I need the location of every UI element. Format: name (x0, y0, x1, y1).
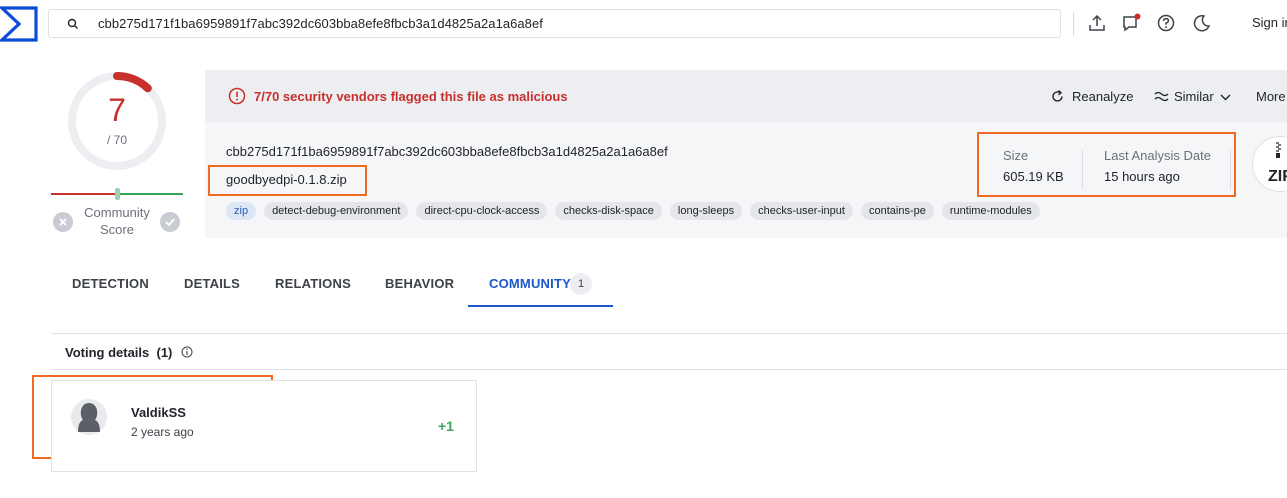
file-tag[interactable]: zip (226, 202, 257, 220)
section-divider (51, 369, 1287, 370)
community-score-label: Community Score (84, 205, 150, 237)
vote-card (51, 380, 477, 472)
sign-in-link[interactable]: Sign in (1252, 15, 1287, 30)
reanalyze-button[interactable]: Reanalyze (1072, 89, 1133, 104)
file-tag[interactable]: checks-disk-space (555, 202, 662, 220)
file-tag[interactable]: checks-user-input (750, 202, 853, 220)
toolbar-divider (1073, 12, 1074, 36)
dark-mode-icon[interactable] (1192, 13, 1212, 33)
tab-relations[interactable]: RELATIONS (275, 276, 351, 291)
similar-icon (1154, 91, 1169, 102)
virustotal-logo-icon[interactable] (0, 5, 38, 43)
tab-community[interactable]: COMMUNITY (489, 276, 571, 291)
file-tag[interactable]: long-sleeps (669, 202, 743, 220)
active-tab-indicator (468, 305, 613, 307)
alert-circle-icon (228, 87, 246, 105)
chevron-down-icon (1220, 94, 1231, 101)
check-icon (165, 218, 175, 227)
section-divider (51, 333, 1287, 334)
search-value: cbb275d171f1ba6959891f7abc392dc603bba8ef… (98, 16, 543, 31)
alert-text: 7/70 security vendors flagged this file … (254, 89, 568, 104)
community-count-badge: 1 (570, 273, 592, 295)
top-bar: cbb275d171f1ba6959891f7abc392dc603bba8ef… (0, 0, 1287, 47)
file-tag[interactable]: direct-cpu-clock-access (416, 202, 548, 220)
chat-icon[interactable] (1121, 13, 1141, 33)
detection-count: 7 (108, 92, 126, 128)
tab-detection[interactable]: DETECTION (72, 276, 149, 291)
file-tag[interactable]: contains-pe (860, 202, 934, 220)
search-icon (67, 18, 78, 29)
voting-details-title: Voting details (1) (65, 345, 173, 360)
filename-highlight (208, 165, 367, 196)
vote-time: 2 years ago (131, 425, 194, 439)
file-type-label: ZIP (1268, 168, 1287, 185)
file-tags: zip detect-debug-environment direct-cpu-cl… (226, 202, 1040, 220)
vote-harmless-button[interactable] (160, 212, 180, 232)
avatar[interactable] (71, 399, 107, 435)
help-icon[interactable] (1156, 13, 1176, 33)
refresh-icon (1052, 89, 1063, 102)
file-tag[interactable]: runtime-modules (941, 202, 1040, 220)
file-hash: cbb275d171f1ba6959891f7abc392dc603bba8ef… (226, 144, 668, 159)
similar-button[interactable]: Similar (1174, 89, 1214, 104)
tab-details[interactable]: DETAILS (184, 276, 240, 291)
vote-username[interactable]: ValdikSS (131, 405, 186, 420)
detection-total: / 70 (106, 133, 127, 147)
tab-behavior[interactable]: BEHAVIOR (385, 276, 454, 291)
zipper-icon (1276, 142, 1281, 158)
info-icon[interactable] (181, 346, 193, 358)
vote-malicious-button[interactable] (53, 212, 73, 232)
close-icon (59, 218, 67, 226)
vote-value: +1 (438, 418, 454, 434)
stats-highlight (977, 132, 1236, 197)
community-score-bar (51, 188, 183, 200)
file-tag[interactable]: detect-debug-environment (264, 202, 409, 220)
upload-icon[interactable] (1087, 13, 1107, 33)
search-input[interactable]: cbb275d171f1ba6959891f7abc392dc603bba8ef… (48, 9, 1061, 38)
more-button[interactable]: More (1256, 89, 1286, 104)
